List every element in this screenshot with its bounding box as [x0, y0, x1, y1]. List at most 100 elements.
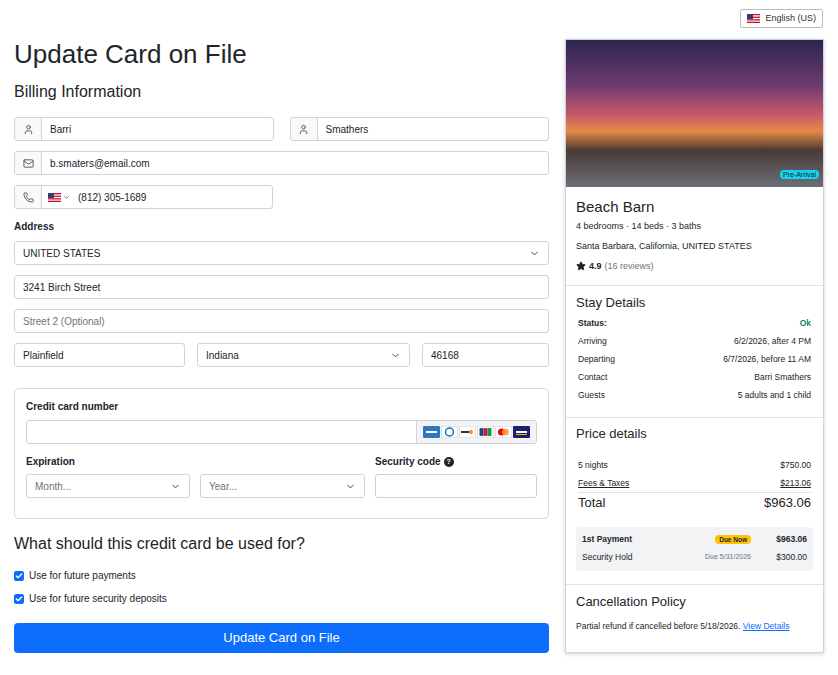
language-button[interactable]: English (US) — [740, 9, 823, 28]
checkbox[interactable] — [14, 594, 24, 604]
property-location: Santa Barbara, California, UNITED STATES — [576, 240, 813, 252]
first-name-input-text: Barri — [42, 118, 273, 140]
cancellation-text: Partial refund if cancelled before 5/18/… — [576, 620, 813, 632]
total-value: $963.06 — [764, 493, 811, 513]
caret-icon — [63, 194, 70, 201]
usage-option[interactable]: Use for future security deposits — [14, 591, 549, 606]
email-input[interactable]: b.smaters@email.com — [14, 151, 549, 175]
city-input-text: Plainfield — [15, 344, 184, 366]
first-name-input[interactable]: Barri — [14, 117, 274, 141]
last-name-input[interactable]: Smathers — [290, 117, 550, 141]
month-select[interactable]: Month... — [26, 474, 190, 498]
card-number-text — [27, 421, 416, 443]
price-value: $213.06 — [780, 477, 811, 490]
price-details: Price details 5 nights $750.00 Fees & Taxes… — [566, 418, 823, 585]
discover-logo-icon — [459, 426, 476, 438]
price-row[interactable]: Fees & Taxes$213.06 — [578, 474, 811, 492]
visa-logo-icon — [513, 426, 530, 438]
stay-label: Guests — [578, 389, 605, 402]
envelope-icon — [23, 158, 34, 169]
stay-label: Departing — [578, 353, 615, 366]
stay-row: Guests5 adults and 1 child — [578, 386, 811, 404]
phone-prefix — [15, 186, 42, 208]
last-name-input-text: Smathers — [318, 118, 549, 140]
property-info: Beach Barn4 bedrooms · 14 beds · 3 baths… — [566, 187, 823, 286]
country-code-select[interactable] — [42, 186, 74, 208]
payment-due: Due 5/31/2026 — [705, 552, 751, 563]
stay-label: Contact — [578, 371, 607, 384]
price-label: 5 nights — [578, 459, 608, 472]
credit-card-panel: Credit card number Expiration Security cod… — [14, 388, 549, 519]
street-input[interactable]: 3241 Birch Street — [14, 275, 549, 299]
review-count: (16 reviews) — [605, 260, 654, 272]
checkbox[interactable] — [14, 571, 24, 581]
street2-input[interactable]: Street 2 (Optional) — [14, 309, 549, 333]
submit-button[interactable]: Update Card on File — [14, 623, 549, 653]
language-label: English (US) — [765, 12, 816, 26]
address-label: Address — [14, 221, 549, 233]
city-row: Plainfield Indiana 46168 — [14, 343, 549, 367]
street-input-text: 3241 Birch Street — [15, 276, 548, 298]
phone-text: (812) 305-1689 — [74, 186, 272, 208]
usage-heading: What should this credit card be used for… — [14, 534, 549, 554]
security-code-input[interactable] — [375, 474, 537, 498]
card-details-grid: Expiration Security code? Month... Year... — [26, 456, 537, 498]
form-column: Update Card on FileBilling InformationBa… — [14, 39, 549, 653]
security-code-label: Security code? — [375, 456, 537, 468]
email-input-text: b.smaters@email.com — [42, 152, 548, 174]
stay-row: Arriving6/2/2026, after 4 PM — [578, 332, 811, 350]
chevron-down-icon — [390, 344, 409, 366]
price-row: 5 nights $750.00 — [578, 456, 811, 474]
us-flag-icon — [48, 193, 61, 202]
property-photo: Pre-Arrival — [566, 40, 823, 187]
person-icon — [298, 124, 309, 135]
price-value: $750.00 — [780, 459, 811, 472]
amex-logo-icon — [423, 426, 440, 438]
email-input-prefix — [15, 152, 42, 174]
check-icon — [15, 572, 23, 580]
month-select-text: Month... — [27, 475, 170, 497]
payment-row: Security HoldDue 5/31/2026$300.00 — [582, 549, 807, 567]
payment-row: 1st PaymentDue Now$963.06 — [582, 531, 807, 549]
pre-arrival-badge: Pre-Arrival — [780, 170, 819, 179]
usage-options: Use for future payments Use for future se… — [14, 568, 549, 606]
help-icon[interactable]: ? — [444, 457, 454, 467]
phone-input[interactable]: (812) 305-1689 — [14, 185, 273, 209]
payments-box: 1st PaymentDue Now$963.06Security HoldDu… — [576, 527, 813, 571]
state-select[interactable]: Indiana — [197, 343, 410, 367]
year-select[interactable]: Year... — [200, 474, 365, 498]
phone-icon — [23, 192, 34, 203]
chevron-down-icon — [529, 242, 548, 264]
cancellation-policy: Cancellation Policy Partial refund if can… — [566, 585, 823, 652]
price-heading: Price details — [576, 426, 811, 442]
expiration-label: Expiration — [26, 456, 365, 468]
city-input[interactable]: Plainfield — [14, 343, 185, 367]
year-select-text: Year... — [201, 475, 345, 497]
stay-value: Ok — [800, 317, 811, 330]
view-details-link[interactable]: View Details — [743, 621, 790, 631]
stay-row: Status:Ok — [578, 314, 811, 332]
payment-amount: $963.06 — [763, 533, 807, 546]
usage-option-label: Use for future payments — [29, 568, 136, 583]
card-brands — [416, 421, 536, 443]
usage-option-label: Use for future security deposits — [29, 591, 167, 606]
cancellation-heading: Cancellation Policy — [576, 594, 813, 610]
first-name-input-prefix — [15, 118, 42, 140]
usage-option[interactable]: Use for future payments — [14, 568, 549, 583]
total-row: Total $963.06 — [578, 492, 811, 513]
star-icon — [576, 261, 586, 271]
last-name-input-prefix — [291, 118, 318, 140]
card-number-input[interactable] — [26, 420, 537, 444]
country-select[interactable]: UNITED STATES — [14, 241, 549, 265]
total-label: Total — [578, 493, 605, 513]
payment-label: 1st Payment — [582, 533, 715, 546]
property-details: 4 bedrooms · 14 beds · 3 baths — [576, 220, 813, 232]
diners-logo-icon — [441, 426, 458, 438]
zip-input[interactable]: 46168 — [422, 343, 549, 367]
check-icon — [15, 595, 23, 603]
price-rows: 5 nights $750.00 Fees & Taxes$213.06 — [578, 456, 811, 492]
chevron-down-icon — [170, 475, 189, 497]
country-select-text: UNITED STATES — [15, 242, 529, 264]
payment-amount: $300.00 — [763, 551, 807, 564]
card-number-label: Credit card number — [26, 401, 537, 413]
